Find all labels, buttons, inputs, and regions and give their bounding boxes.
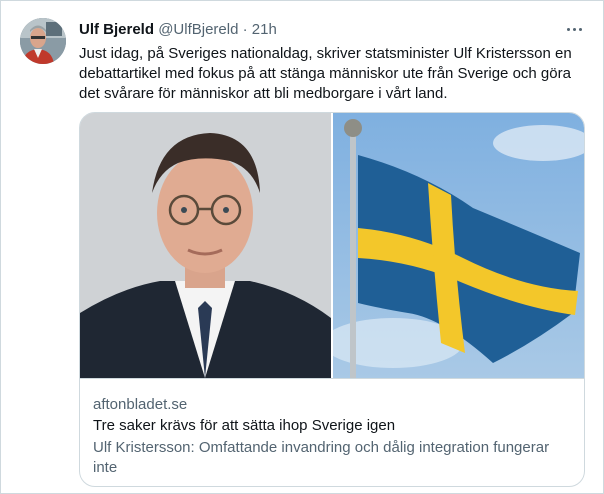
link-card-body[interactable]: aftonbladet.se Tre saker krävs för att s… (80, 378, 584, 486)
link-card[interactable]: aftonbladet.se Tre saker krävs för att s… (79, 112, 585, 487)
card-title[interactable]: Tre saker krävs för att sätta ihop Sveri… (93, 416, 395, 436)
time-separator: · (242, 21, 248, 38)
avatar-photo (20, 18, 66, 64)
more-horizontal-icon[interactable] (567, 22, 583, 36)
swedish-flag-photo (333, 113, 584, 378)
tweet-text: Just idag, på Sveriges nationaldag, skri… (79, 45, 572, 102)
tweet-timestamp[interactable]: 21h (252, 21, 277, 38)
card-domain: aftonbladet.se (93, 396, 188, 413)
avatar[interactable] (20, 18, 66, 64)
tweet-header: Ulf Bjereld @UlfBjereld · 21h (79, 20, 277, 40)
portrait-photo (80, 113, 331, 378)
tweet-container[interactable]: Ulf Bjereld @UlfBjereld · 21h Just idag,… (0, 0, 604, 494)
author-handle[interactable]: @UlfBjereld (158, 21, 238, 38)
card-description: Ulf Kristersson: Omfattande invandring o… (93, 439, 550, 476)
author-name[interactable]: Ulf Bjereld (79, 21, 154, 38)
